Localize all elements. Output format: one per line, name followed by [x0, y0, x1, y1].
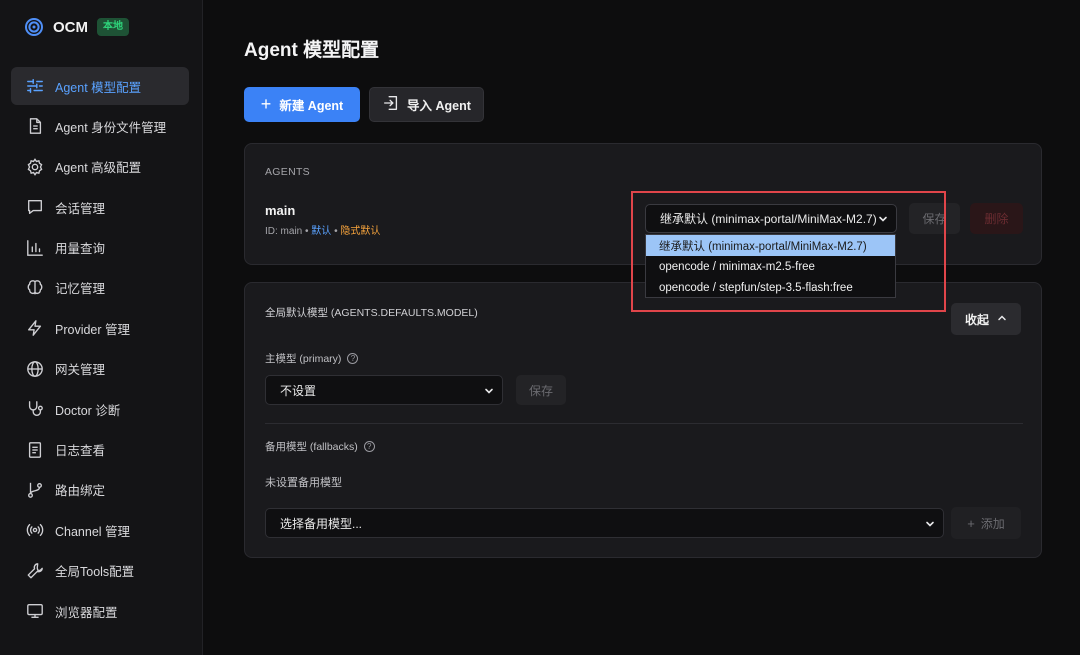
sidebar-item-routing[interactable]: 路由绑定 [11, 471, 189, 509]
ocm-logo-icon [24, 17, 44, 37]
save-primary-button[interactable]: 保存 [516, 375, 566, 405]
sidebar-item-sessions[interactable]: 会话管理 [11, 188, 189, 226]
help-icon[interactable]: ? [363, 441, 375, 452]
primary-label-text: 主模型 (primary) [265, 353, 342, 365]
save-agent-model-button[interactable]: 保存 [909, 203, 960, 234]
plus-icon: + [967, 515, 975, 531]
meta-separator: • [331, 226, 341, 237]
sidebar-item-label: Agent 模型配置 [55, 80, 142, 95]
sidebar: OCM 本地 Agent 模型配置 Agent 身份文件管理 Agent 高级配… [0, 0, 203, 655]
radio-icon [25, 520, 45, 540]
sidebar-item-label: Provider 管理 [55, 322, 131, 337]
wrench-icon [25, 561, 45, 581]
dropdown-option[interactable]: opencode / minimax-m2.5-free [646, 256, 895, 277]
chevron-down-icon [925, 518, 935, 528]
selected-model-value: 继承默认 (minimax-portal/MiniMax-M2.7) [660, 212, 877, 226]
sidebar-item-label: 浏览器配置 [55, 605, 118, 620]
primary-model-select[interactable]: 不设置 [265, 375, 503, 405]
sidebar-item-label: 路由绑定 [55, 484, 106, 499]
agent-name: main [265, 203, 296, 218]
defaults-title: 全局默认模型 (AGENTS.DEFAULTS.MODEL) [265, 307, 478, 319]
fallback-placeholder: 选择备用模型... [280, 516, 363, 531]
dropdown-option[interactable]: opencode / stepfun/step-3.5-flash:free [646, 277, 895, 298]
divider [265, 423, 1023, 424]
sidebar-nav: Agent 模型配置 Agent 身份文件管理 Agent 高级配置 会话管理 … [11, 67, 189, 632]
gear-icon [25, 157, 45, 177]
dropdown-option[interactable]: 继承默认 (minimax-portal/MiniMax-M2.7) [646, 235, 895, 256]
sidebar-item-memory[interactable]: 记忆管理 [11, 269, 189, 307]
primary-model-label: 主模型 (primary) ? [265, 351, 359, 366]
import-agent-label: 导入 Agent [407, 99, 471, 113]
sidebar-item-logs[interactable]: 日志查看 [11, 431, 189, 469]
sidebar-item-agent-advanced[interactable]: Agent 高级配置 [11, 148, 189, 186]
sidebar-item-agent-identity-files[interactable]: Agent 身份文件管理 [11, 107, 189, 145]
stethoscope-icon [25, 399, 45, 419]
sidebar-item-label: 会话管理 [55, 201, 106, 216]
agents-section-label: AGENTS [265, 166, 310, 178]
agent-id: ID: main [265, 226, 303, 237]
sidebar-item-label: Doctor 诊断 [55, 403, 121, 418]
chevron-down-icon [878, 213, 888, 223]
agent-meta: ID: main • 默认 • 隐式默认 [265, 222, 380, 237]
new-agent-label: 新建 Agent [279, 99, 344, 113]
collapse-button[interactable]: 收起 [951, 303, 1021, 335]
sidebar-item-label: 日志查看 [55, 444, 106, 459]
import-agent-button[interactable]: 导入 Agent [369, 87, 484, 122]
implicit-default-tag: 隐式默认 [340, 226, 381, 237]
sidebar-item-usage[interactable]: 用量查询 [11, 229, 189, 267]
sidebar-item-label: 记忆管理 [55, 282, 106, 297]
delete-agent-button[interactable]: 删除 [970, 203, 1023, 234]
primary-model-value: 不设置 [280, 383, 317, 398]
sidebar-item-global-tools[interactable]: 全局Tools配置 [11, 552, 189, 590]
sidebar-item-channel[interactable]: Channel 管理 [11, 511, 189, 549]
chevron-down-icon [484, 385, 494, 395]
chevron-up-icon [997, 313, 1007, 326]
new-agent-button[interactable]: + 新建 Agent [244, 87, 360, 122]
sidebar-item-doctor[interactable]: Doctor 诊断 [11, 390, 189, 428]
sidebar-item-label: 全局Tools配置 [55, 565, 135, 580]
git-branch-icon [25, 480, 45, 500]
add-fallback-button[interactable]: + 添加 [951, 507, 1021, 539]
zap-icon [25, 318, 45, 338]
agent-model-select[interactable]: 继承默认 (minimax-portal/MiniMax-M2.7) [645, 204, 897, 233]
sidebar-item-agent-model-config[interactable]: Agent 模型配置 [11, 67, 189, 105]
global-defaults-card: 全局默认模型 (AGENTS.DEFAULTS.MODEL) 收起 主模型 (p… [244, 282, 1042, 558]
default-tag: 默认 [311, 226, 332, 237]
log-icon [25, 440, 45, 460]
sidebar-item-label: Channel 管理 [55, 524, 131, 539]
sidebar-item-label: Agent 高级配置 [55, 161, 142, 176]
sidebar-item-gateway[interactable]: 网关管理 [11, 350, 189, 388]
meta-separator: • [302, 226, 312, 237]
sidebar-item-label: Agent 身份文件管理 [55, 120, 167, 135]
sliders-icon [25, 76, 45, 96]
file-text-icon [25, 116, 45, 136]
agents-card: AGENTS main ID: main • 默认 • 隐式默认 继承默认 (m… [244, 143, 1042, 265]
sidebar-item-provider[interactable]: Provider 管理 [11, 309, 189, 347]
import-icon [382, 94, 407, 115]
help-icon[interactable]: ? [347, 353, 359, 364]
fallback-model-select[interactable]: 选择备用模型... [265, 508, 944, 538]
globe-icon [25, 359, 45, 379]
page-title: Agent 模型配置 [244, 40, 380, 61]
brain-icon [25, 278, 45, 298]
collapse-label: 收起 [964, 312, 989, 327]
chat-icon [25, 197, 45, 217]
fallback-label-text: 备用模型 (fallbacks) [265, 441, 358, 453]
fallback-model-label: 备用模型 (fallbacks) ? [265, 439, 375, 454]
brand: OCM 本地 [24, 16, 129, 38]
brand-name: OCM [53, 18, 88, 36]
env-badge: 本地 [97, 18, 129, 36]
bar-chart-icon [25, 238, 45, 258]
add-label: 添加 [980, 516, 1005, 531]
sidebar-item-browser[interactable]: 浏览器配置 [11, 592, 189, 630]
plus-icon: + [260, 94, 272, 114]
sidebar-item-label: 网关管理 [55, 363, 106, 378]
model-dropdown-list: 继承默认 (minimax-portal/MiniMax-M2.7) openc… [645, 234, 896, 298]
no-fallback-text: 未设置备用模型 [265, 477, 342, 489]
monitor-icon [25, 601, 45, 621]
sidebar-item-label: 用量查询 [55, 242, 106, 257]
